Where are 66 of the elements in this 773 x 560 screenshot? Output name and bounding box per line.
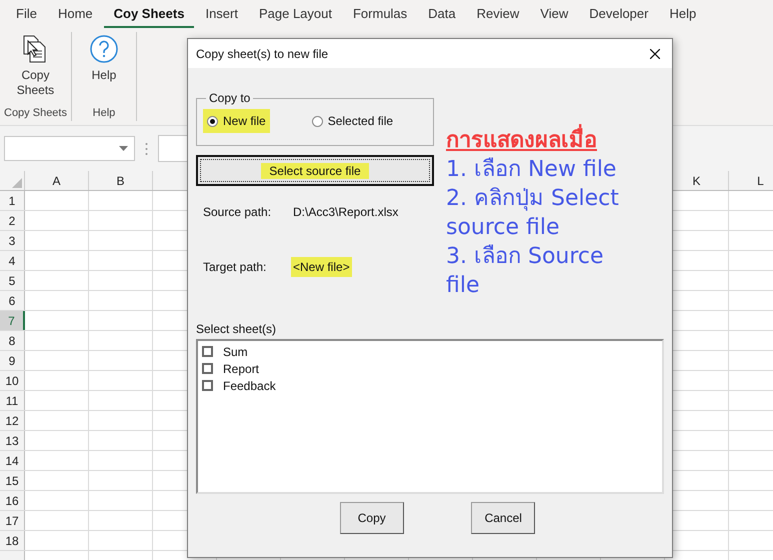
ribbon-tab[interactable]: Formulas [342,0,418,28]
radio-option[interactable]: New file [203,109,270,133]
sheet-name: Feedback [223,378,276,392]
source-path-value: D:\Acc3\Report.xlsx [292,204,400,221]
note-step: 2. คลิกปุ่ม Select source file [446,184,641,242]
ribbon-tab[interactable]: File [6,0,47,28]
button-label-highlight: Select source file [261,162,369,178]
sheet-name: Sum [223,344,248,358]
row-header[interactable]: 14 [0,451,25,470]
row-header[interactable]: 6 [0,291,25,310]
row-header[interactable]: 2 [0,211,25,230]
ribbon-tab[interactable]: Insert [195,0,248,28]
row-header[interactable]: 13 [0,431,25,450]
note-step: 3. เลือก Source file [446,242,641,300]
close-icon [650,48,660,58]
row-header[interactable]: 8 [0,331,25,350]
sheets-label: Select sheet(s) [196,322,278,336]
row-header[interactable]: 5 [0,271,25,290]
row-header[interactable]: 15 [0,471,25,490]
target-path-value: <New file> [291,257,352,277]
checkbox[interactable] [202,363,213,374]
ribbon-tab[interactable]: Review [466,0,530,28]
select-source-button[interactable]: Select source file [196,155,434,186]
radio-button[interactable] [207,116,218,126]
radio-button[interactable] [312,116,323,126]
group-label: Copy to [208,91,252,105]
ribbon-tab[interactable]: Help [659,0,706,28]
ribbon-tab[interactable]: Developer [579,0,658,28]
radio-label: New file [223,114,266,128]
drag-handle-icon[interactable] [145,142,148,156]
row-header[interactable]: 4 [0,251,25,270]
row-header[interactable]: 3 [0,231,25,250]
column-header[interactable]: B [89,171,153,190]
row-header[interactable]: 12 [0,411,25,430]
source-path-label: Source path: [203,205,272,219]
row-header[interactable]: 11 [0,391,25,410]
dialog-button[interactable]: Copy [340,502,404,534]
row-header[interactable]: 10 [0,371,25,390]
ribbon-button[interactable]: Help [76,32,132,107]
target-path-label: Target path: [203,260,268,274]
radio-label: Selected file [328,114,394,128]
dialog-title: Copy sheet(s) to new file [196,46,328,60]
note-step: 1. เลือก New file [446,155,641,184]
checkbox[interactable] [202,346,213,357]
row-header[interactable]: 1 [0,191,25,210]
column-header[interactable]: L [729,171,773,190]
group-label: Help [92,107,116,121]
help-icon [88,34,119,64]
group-label: Copy Sheets [4,107,67,121]
ribbon-tab[interactable]: View [530,0,578,28]
dialog-button[interactable]: Cancel [471,502,536,534]
row-header[interactable]: 18 [0,531,25,550]
checkbox[interactable] [202,380,213,391]
ribbon-tab[interactable]: Data [418,0,466,28]
sheet-name: Report [223,362,260,376]
row-header[interactable]: 16 [0,491,25,510]
dropdown-caret-icon [119,146,128,151]
row-header[interactable]: 17 [0,511,25,530]
ribbon-button[interactable]: Copy Sheets [7,32,64,107]
row-header[interactable]: 9 [0,351,25,370]
ribbon-tab[interactable]: Page Layout [248,0,342,28]
column-header[interactable]: A [25,171,89,190]
note-heading: การแสดงผลเมื่อ [446,126,641,155]
ribbon-tab[interactable]: Home [48,0,103,28]
row-header[interactable]: 7 [0,311,25,330]
radio-option[interactable]: Selected file [308,109,398,133]
